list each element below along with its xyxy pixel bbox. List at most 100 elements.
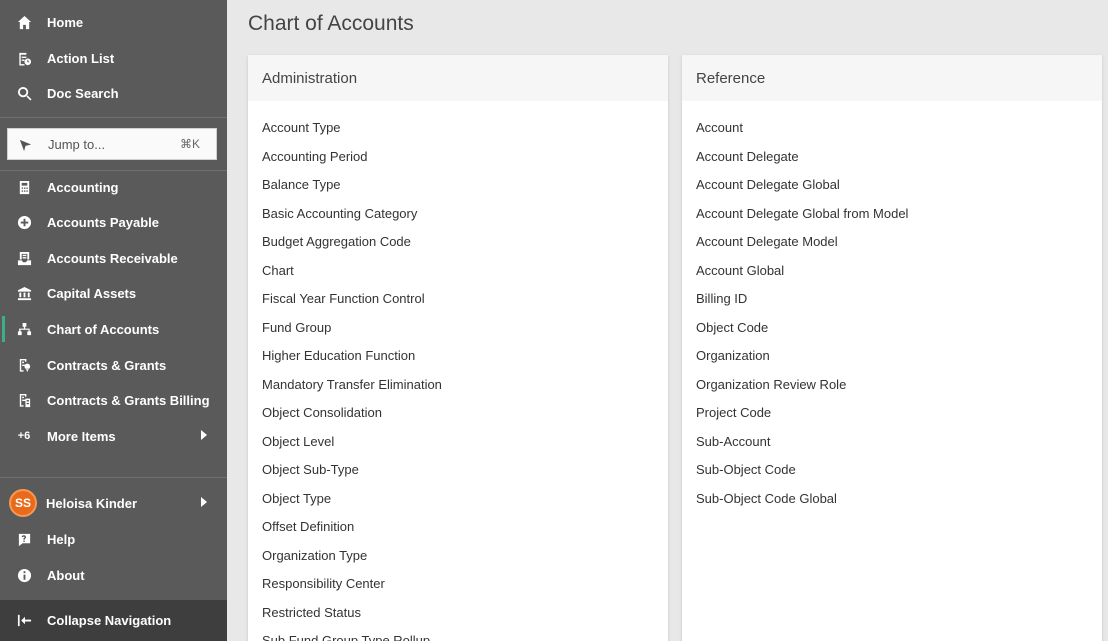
administration-link[interactable]: Budget Aggregation Code [262, 234, 411, 249]
nav-accounts-receivable-label: Accounts Receivable [47, 250, 178, 266]
nav-more-items-label: More Items [47, 428, 116, 444]
collapse-navigation-button[interactable]: Collapse Navigation [0, 600, 227, 641]
administration-link[interactable]: Restricted Status [262, 605, 361, 620]
jump-to-input[interactable]: Jump to... ⌘K [7, 128, 217, 160]
administration-link[interactable]: Offset Definition [262, 519, 354, 534]
help-icon [15, 530, 33, 548]
grant-billing-icon [15, 391, 33, 409]
sidebar-divider [0, 117, 227, 118]
payable-icon [15, 213, 33, 231]
administration-link[interactable]: Object Type [262, 491, 331, 506]
avatar: SS [9, 489, 37, 517]
nav-doc-search-label: Doc Search [47, 85, 119, 101]
administration-link[interactable]: Fiscal Year Function Control [262, 291, 425, 306]
nav-action-list[interactable]: Action List [0, 41, 227, 75]
administration-link[interactable]: Balance Type [262, 177, 341, 192]
list-item: Object Consolidation [262, 399, 668, 428]
grant-icon [15, 356, 33, 374]
nav-help-label: Help [47, 531, 76, 547]
list-item: Billing ID [696, 285, 1102, 314]
chevron-right-icon [201, 430, 207, 440]
nav-accounts-receivable[interactable]: Accounts Receivable [0, 241, 227, 275]
administration-link[interactable]: Higher Education Function [262, 348, 415, 363]
nav-capital-assets[interactable]: Capital Assets [0, 276, 227, 310]
reference-link[interactable]: Account Delegate Model [696, 234, 838, 249]
reference-link[interactable]: Organization Review Role [696, 377, 846, 392]
administration-link[interactable]: Account Type [262, 120, 341, 135]
nav-help[interactable]: Help [0, 522, 227, 556]
nav-contracts-grants[interactable]: Contracts & Grants [0, 348, 227, 382]
reference-link[interactable]: Account Delegate [696, 149, 799, 164]
receivable-icon [15, 249, 33, 267]
list-item: Sub Fund Group Type Rollup [262, 627, 668, 641]
list-item: Account Type [262, 114, 668, 143]
administration-card: Administration Account Type Accounting P… [248, 55, 668, 641]
nav-accounts-payable[interactable]: Accounts Payable [0, 205, 227, 239]
more-items-badge: +6 [15, 427, 33, 445]
nav-chart-of-accounts[interactable]: Chart of Accounts [0, 312, 227, 346]
reference-link[interactable]: Account Global [696, 263, 784, 278]
administration-link[interactable]: Mandatory Transfer Elimination [262, 377, 442, 392]
nav-contracts-grants-billing[interactable]: Contracts & Grants Billing [0, 383, 227, 417]
collapse-navigation-label: Collapse Navigation [47, 613, 172, 628]
list-item: Fiscal Year Function Control [262, 285, 668, 314]
list-item: Account Delegate Global [696, 171, 1102, 200]
nav-home-label: Home [47, 14, 84, 30]
list-item: Account [696, 114, 1102, 143]
administration-link[interactable]: Organization Type [262, 548, 367, 563]
nav-user-menu[interactable]: SS Heloisa Kinder [0, 486, 227, 520]
nav-accounting[interactable]: Accounting [0, 170, 227, 204]
list-item: Balance Type [262, 171, 668, 200]
reference-link[interactable]: Billing ID [696, 291, 747, 306]
nav-home[interactable]: Home [0, 5, 227, 39]
administration-link[interactable]: Object Sub-Type [262, 462, 359, 477]
administration-link[interactable]: Responsibility Center [262, 576, 385, 591]
list-item: Higher Education Function [262, 342, 668, 371]
list-item: Object Level [262, 428, 668, 457]
action-list-icon [15, 49, 33, 67]
nav-doc-search[interactable]: Doc Search [0, 76, 227, 110]
nav-capital-assets-label: Capital Assets [47, 285, 137, 301]
jump-to-shortcut: ⌘K [179, 137, 200, 151]
nav-contracts-grants-billing-label: Contracts & Grants Billing [47, 392, 210, 408]
reference-link[interactable]: Account [696, 120, 743, 135]
administration-link[interactable]: Chart [262, 263, 294, 278]
page-title: Chart of Accounts [248, 12, 414, 35]
administration-link[interactable]: Object Level [262, 434, 334, 449]
administration-link[interactable]: Fund Group [262, 320, 331, 335]
list-item: Fund Group [262, 314, 668, 343]
administration-link[interactable]: Basic Accounting Category [262, 206, 417, 221]
list-item: Project Code [696, 399, 1102, 428]
reference-link[interactable]: Sub-Object Code [696, 462, 796, 477]
administration-card-title: Administration [248, 55, 668, 101]
list-item: Organization Type [262, 542, 668, 571]
nav-about[interactable]: About [0, 558, 227, 592]
list-item: Sub-Account [696, 428, 1102, 457]
list-item: Account Delegate [696, 143, 1102, 172]
reference-link[interactable]: Account Delegate Global [696, 177, 840, 192]
reference-link[interactable]: Organization [696, 348, 770, 363]
reference-link[interactable]: Object Code [696, 320, 768, 335]
search-icon [15, 84, 33, 102]
list-item: Accounting Period [262, 143, 668, 172]
administration-link[interactable]: Object Consolidation [262, 405, 382, 420]
reference-link[interactable]: Sub-Object Code Global [696, 491, 837, 506]
nav-accounts-payable-label: Accounts Payable [47, 214, 159, 230]
nav-contracts-grants-label: Contracts & Grants [47, 357, 167, 373]
chevron-right-icon [201, 497, 207, 507]
calculator-icon [15, 178, 33, 196]
reference-link[interactable]: Account Delegate Global from Model [696, 206, 908, 221]
list-item: Offset Definition [262, 513, 668, 542]
sidebar: Home Action List Doc Search Jump to... ⌘… [0, 0, 227, 641]
collapse-icon [15, 612, 33, 630]
administration-link[interactable]: Accounting Period [262, 149, 368, 164]
nav-more-items[interactable]: +6 More Items [0, 419, 227, 453]
list-item: Mandatory Transfer Elimination [262, 371, 668, 400]
administration-list: Account Type Accounting Period Balance T… [248, 101, 668, 641]
list-item: Account Delegate Model [696, 228, 1102, 257]
list-item: Account Global [696, 257, 1102, 286]
reference-link[interactable]: Project Code [696, 405, 771, 420]
list-item: Object Type [262, 485, 668, 514]
administration-link[interactable]: Sub Fund Group Type Rollup [262, 633, 430, 641]
reference-link[interactable]: Sub-Account [696, 434, 770, 449]
